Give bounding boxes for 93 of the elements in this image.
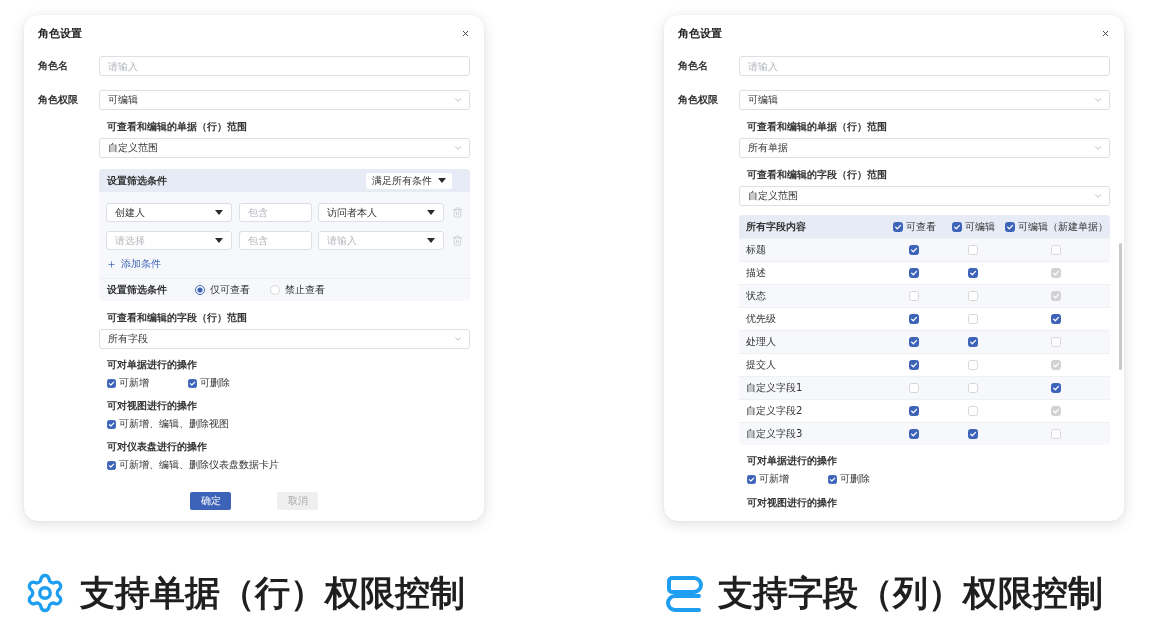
section-heading: 可对单据进行的操作 [107, 358, 197, 372]
match-dropdown[interactable]: 满足所有条件 [366, 172, 452, 189]
select-field[interactable]: 自定义范围 [99, 138, 470, 158]
text-input[interactable]: 请输入 [99, 56, 470, 76]
stacked-bars-icon [664, 573, 704, 613]
field-name: 自定义字段3 [746, 427, 803, 441]
chevron-down-icon [453, 143, 463, 153]
checkbox[interactable] [968, 429, 978, 439]
section-heading: 可对单据进行的操作 [747, 454, 837, 468]
scrollbar-thumb[interactable] [1119, 243, 1122, 370]
checkbox[interactable] [892, 221, 903, 232]
chevron-down-icon [1093, 95, 1103, 105]
select-field[interactable]: 创建人 [106, 203, 232, 222]
checkbox-label: 可新增 [119, 376, 149, 390]
section-heading: 可查看和编辑的单据（行）范围 [107, 120, 247, 134]
checkbox[interactable] [188, 378, 197, 388]
checkbox[interactable] [107, 460, 116, 470]
select-field[interactable]: 所有单据 [739, 138, 1110, 158]
section-heading: 可查看和编辑的单据（行）范围 [747, 120, 887, 134]
section-heading: 可对视图进行的操作 [107, 399, 197, 413]
text-input[interactable]: 请输入 [739, 56, 1110, 76]
checkbox[interactable] [909, 360, 919, 370]
checkbox-label: 可新增、编辑、删除视图 [119, 417, 229, 431]
checkbox[interactable] [909, 406, 919, 416]
filter-label: 设置筛选条件 [107, 283, 167, 297]
close-icon[interactable] [1101, 29, 1110, 38]
checkbox[interactable] [747, 474, 756, 484]
chevron-down-icon [453, 95, 463, 105]
checkbox[interactable] [968, 268, 978, 278]
checkbox-label: 可删除 [840, 472, 870, 486]
column-header: 可查看 [905, 219, 936, 234]
dialog-button[interactable]: 确定 [190, 492, 231, 510]
section-heading: 可查看和编辑的字段（行）范围 [107, 311, 247, 325]
caret-down-icon [427, 238, 435, 243]
section-heading: 可查看和编辑的字段（行）范围 [747, 168, 887, 182]
chevron-down-icon [1093, 191, 1103, 201]
text-input[interactable]: 包含 [239, 203, 312, 222]
column-header: 所有字段内容 [746, 219, 806, 234]
checkbox[interactable] [1004, 221, 1015, 232]
field-name: 提交人 [746, 358, 776, 372]
checkbox[interactable] [968, 337, 978, 347]
caret-down-icon [438, 178, 446, 183]
checkbox-label: 可删除 [200, 376, 230, 390]
checkbox[interactable] [951, 221, 962, 232]
checkbox[interactable] [909, 268, 919, 278]
select-field[interactable]: 自定义范围 [739, 186, 1110, 206]
field-name: 自定义字段1 [746, 381, 803, 395]
dialog-title: 角色设置 [678, 26, 722, 40]
field-label: 角色权限 [38, 93, 78, 107]
checkbox[interactable] [828, 474, 837, 484]
field-name: 标题 [746, 243, 766, 257]
field-name: 处理人 [746, 335, 776, 349]
radio-button[interactable] [195, 285, 205, 295]
field-label: 角色权限 [678, 93, 718, 107]
chevron-down-icon [1093, 143, 1103, 153]
radio-label: 仅可查看 [210, 283, 250, 297]
column-header: 可编辑（新建单据） [1017, 219, 1108, 234]
field-label: 角色名 [38, 59, 68, 73]
select-field[interactable]: 访问者本人 [318, 203, 444, 222]
text-input[interactable]: 包含 [239, 231, 312, 250]
checkbox[interactable] [909, 429, 919, 439]
section-heading: 可对视图进行的操作 [747, 496, 837, 510]
checkbox[interactable] [909, 314, 919, 324]
chevron-down-icon [453, 334, 463, 344]
checkbox-label: 可新增 [759, 472, 789, 486]
close-icon[interactable] [461, 29, 470, 38]
section-heading: 可对仪表盘进行的操作 [107, 440, 207, 454]
field-label: 角色名 [678, 59, 708, 73]
radio-label: 禁止查看 [285, 283, 325, 297]
field-name: 自定义字段2 [746, 404, 803, 418]
checkbox[interactable] [1051, 383, 1061, 393]
caret-down-icon [215, 210, 223, 215]
checkbox[interactable] [1051, 314, 1061, 324]
checkbox-label: 可新增、编辑、删除仪表盘数据卡片 [119, 458, 279, 472]
add-condition-link[interactable]: 添加条件 [107, 257, 161, 271]
checkbox[interactable] [107, 419, 116, 429]
filter-title: 设置筛选条件 [107, 173, 167, 188]
caret-down-icon [427, 210, 435, 215]
dialog-title: 角色设置 [38, 26, 82, 40]
checkbox[interactable] [909, 245, 919, 255]
plus-icon [107, 259, 116, 269]
caption-text: 支持单据（行）权限控制 [80, 573, 465, 613]
checkbox[interactable] [909, 337, 919, 347]
column-header: 可编辑 [964, 219, 995, 234]
checkbox[interactable] [107, 378, 116, 388]
select-field[interactable]: 可编辑 [99, 90, 470, 110]
field-name: 优先级 [746, 312, 776, 326]
select-field[interactable]: 可编辑 [739, 90, 1110, 110]
caret-down-icon [215, 238, 223, 243]
field-name: 描述 [746, 266, 766, 280]
field-name: 状态 [746, 289, 766, 303]
caption-text: 支持字段（列）权限控制 [718, 573, 1103, 613]
select-field[interactable]: 所有字段 [99, 329, 470, 349]
